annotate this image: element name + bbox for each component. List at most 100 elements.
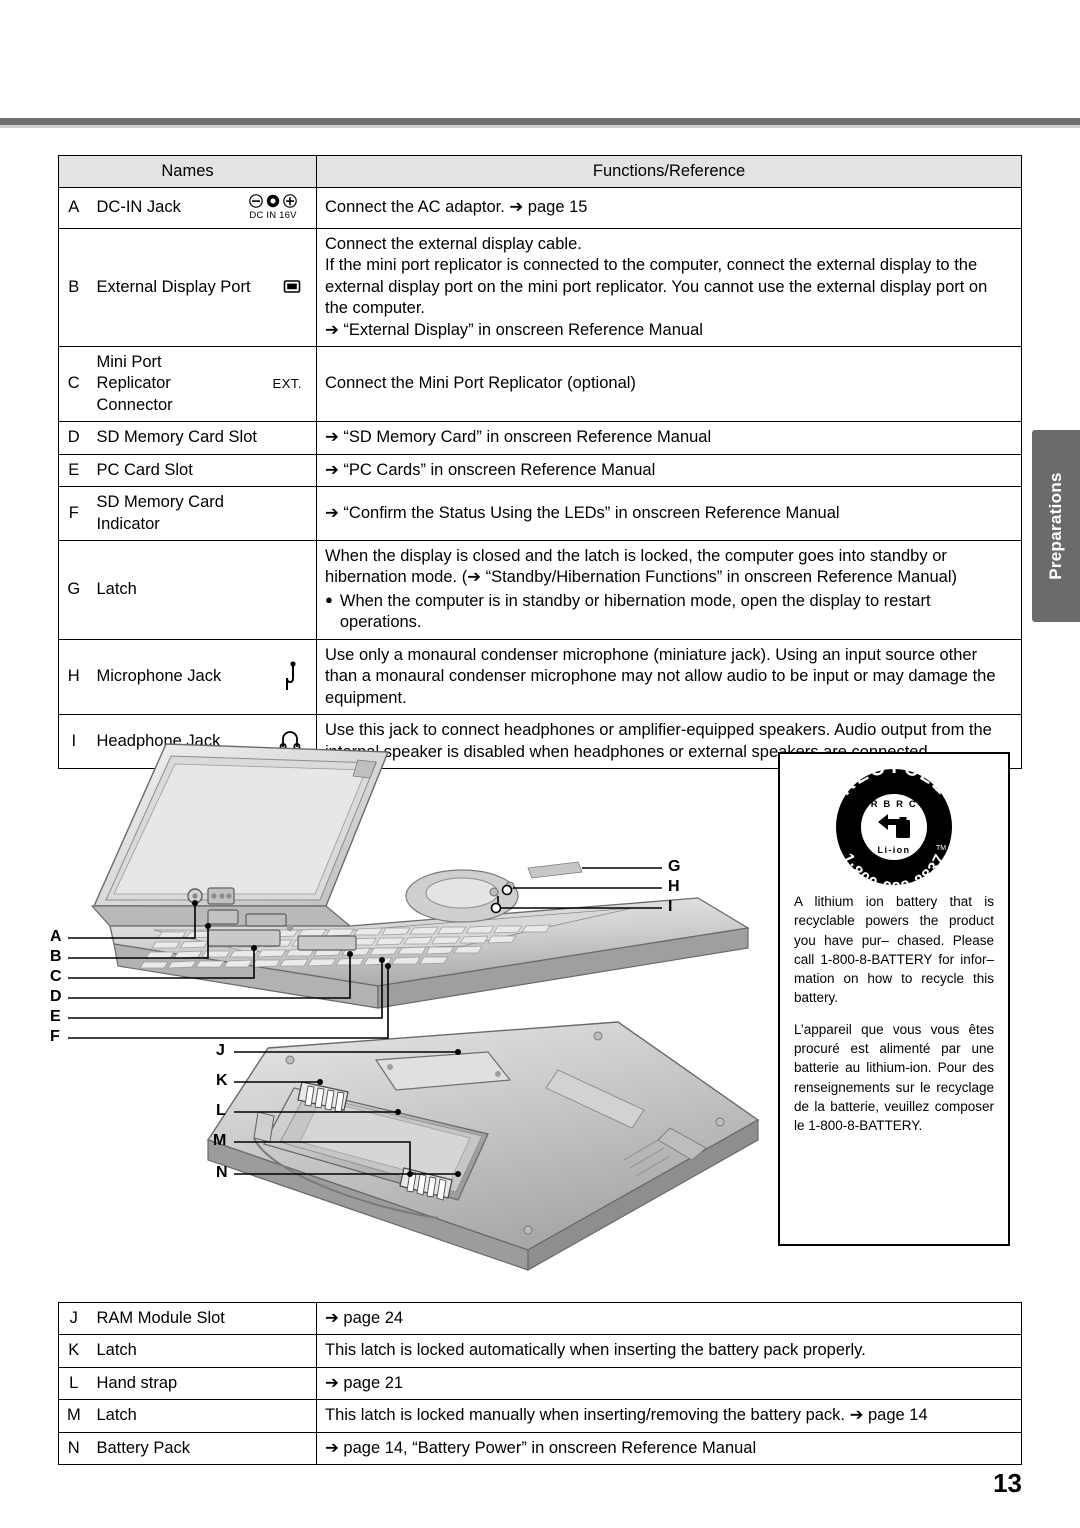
function-bullet: When the computer is in standby or hiber… bbox=[339, 591, 931, 632]
laptop-open-view bbox=[90, 743, 750, 1009]
row-name-label: Mini Port Replicator Connector bbox=[96, 352, 173, 414]
row-function-cell: This latch is locked manually when inser… bbox=[316, 1399, 1022, 1433]
row-name-cell: SD Memory Card Slot bbox=[88, 421, 318, 455]
function-line: When the display is closed and the latch… bbox=[325, 547, 958, 587]
callout-j: J bbox=[216, 1042, 225, 1059]
laptop-bottom-view bbox=[206, 1021, 760, 1272]
row-function-cell: ➔ page 14, “Battery Power” in onscreen R… bbox=[316, 1431, 1022, 1466]
row-function-cell: Use only a monaural condenser microphone… bbox=[316, 638, 1022, 716]
recycle-paragraph-en: A lithium ion battery that is recyclable… bbox=[794, 894, 994, 1006]
row-name-cell: SD Memory Card Indicator bbox=[88, 486, 318, 542]
bullet-icon: ● bbox=[325, 591, 333, 607]
column-header-functions: Functions/Reference bbox=[316, 154, 1022, 189]
names-functions-table: Names Functions/Reference A DC-IN Jack D… bbox=[57, 154, 1022, 769]
battery-recycle-box: RECYCLE 1·800·822·8837 R B R C Li-ion TM… bbox=[778, 752, 1010, 1246]
row-name-cell: RAM Module Slot bbox=[88, 1301, 317, 1336]
row-letter: L bbox=[58, 1366, 89, 1401]
row-name-cell: Mini Port Replicator Connector EXT. bbox=[88, 345, 318, 423]
row-name-label: SD Memory Card Indicator bbox=[96, 493, 224, 533]
table-row: L Hand strap ➔ page 21 bbox=[58, 1366, 1022, 1401]
row-letter: H bbox=[58, 638, 89, 716]
callout-c: C bbox=[50, 968, 62, 985]
table-row: H Microphone Jack Use only a monaural co… bbox=[58, 638, 1022, 716]
row-name-label: External Display Port bbox=[96, 277, 251, 296]
table-row: F SD Memory Card Indicator ➔ “Confirm th… bbox=[58, 486, 1022, 542]
callout-i: I bbox=[668, 898, 673, 915]
external-display-port-icon bbox=[282, 278, 302, 296]
table-header-row: Names Functions/Reference bbox=[57, 154, 1022, 189]
section-tab-preparations: Preparations bbox=[1032, 430, 1080, 622]
recycle-text: A lithium ion battery that is recyclable… bbox=[780, 892, 1008, 1136]
function-line: Connect the external display cable. bbox=[325, 234, 582, 253]
section-tab-label: Preparations bbox=[1046, 472, 1065, 580]
row-function-cell: ➔ “SD Memory Card” in onscreen Reference… bbox=[316, 421, 1022, 455]
row-letter: K bbox=[58, 1334, 89, 1368]
recycle-paragraph-fr: L’appareil que vous vous êtes procuré es… bbox=[794, 1021, 994, 1134]
dc-in-jack-icon: DC IN 16V bbox=[244, 193, 302, 222]
row-name-cell: Latch bbox=[88, 1399, 317, 1433]
bottom-names-functions-table: J RAM Module Slot ➔ page 24 K Latch This… bbox=[58, 1301, 1022, 1466]
table-row: K Latch This latch is locked automatical… bbox=[58, 1334, 1022, 1368]
row-name-cell: External Display Port bbox=[88, 227, 318, 347]
row-letter: F bbox=[58, 486, 89, 542]
table-row: E PC Card Slot ➔ “PC Cards” in onscreen … bbox=[58, 453, 1022, 488]
svg-text:TM: TM bbox=[936, 845, 946, 852]
table-row: D SD Memory Card Slot ➔ “SD Memory Card”… bbox=[58, 421, 1022, 455]
svg-text:Li-ion: Li-ion bbox=[878, 845, 911, 855]
callout-b: B bbox=[50, 948, 62, 965]
row-function-cell: This latch is locked automatically when … bbox=[316, 1334, 1022, 1368]
callout-a: A bbox=[50, 928, 62, 945]
row-function-cell: When the display is closed and the latch… bbox=[316, 540, 1022, 640]
microphone-jack-icon bbox=[280, 660, 302, 694]
header-rule-light bbox=[0, 125, 1080, 128]
row-name-cell: Battery Pack bbox=[88, 1431, 317, 1466]
row-name-cell: Latch bbox=[88, 540, 318, 640]
row-letter: J bbox=[58, 1301, 89, 1336]
page-number: 13 bbox=[993, 1468, 1022, 1498]
manual-page: Preparations Names Functions/Reference A… bbox=[0, 0, 1080, 1528]
callout-f: F bbox=[50, 1028, 60, 1045]
row-letter: N bbox=[58, 1431, 89, 1466]
row-name-cell: Microphone Jack bbox=[88, 638, 318, 716]
row-letter: M bbox=[58, 1399, 89, 1433]
table-row: B External Display Port Connect the exte… bbox=[58, 227, 1022, 347]
table-row: C Mini Port Replicator Connector EXT. Co… bbox=[58, 345, 1022, 423]
row-function-cell: ➔ “Confirm the Status Using the LEDs” in… bbox=[316, 486, 1022, 542]
header-rule bbox=[0, 118, 1080, 125]
callout-m: M bbox=[213, 1132, 227, 1149]
callout-h: H bbox=[668, 878, 680, 895]
row-letter: B bbox=[58, 227, 89, 347]
callout-e: E bbox=[50, 1008, 61, 1025]
row-letter: D bbox=[58, 421, 89, 455]
table-row: G Latch When the display is closed and t… bbox=[58, 540, 1022, 640]
svg-text:R B R C: R B R C bbox=[871, 799, 918, 810]
column-header-names: Names bbox=[57, 154, 318, 189]
row-name-cell: Latch bbox=[88, 1334, 317, 1368]
callout-l: L bbox=[216, 1102, 226, 1119]
illustration-svg bbox=[68, 743, 760, 1272]
table-row: A DC-IN Jack DC IN 16V Connect the AC ad… bbox=[58, 187, 1022, 229]
ext-connector-icon: EXT. bbox=[272, 375, 303, 391]
callout-g: G bbox=[668, 858, 681, 875]
row-letter: G bbox=[58, 540, 89, 640]
row-letter: A bbox=[58, 187, 89, 229]
row-name-cell: Hand strap bbox=[88, 1366, 317, 1401]
row-function-cell: Connect the external display cable. If t… bbox=[316, 227, 1022, 347]
row-letter: E bbox=[58, 453, 89, 488]
row-name-label: Microphone Jack bbox=[96, 667, 222, 686]
row-function-cell: Connect the Mini Port Replicator (option… bbox=[316, 345, 1022, 423]
computer-illustration: A B C D E F G H I J K L M N bbox=[50, 730, 768, 1290]
callout-k: K bbox=[216, 1072, 228, 1089]
rbrc-recycle-logo: RECYCLE 1·800·822·8837 R B R C Li-ion TM bbox=[819, 766, 969, 888]
callout-d: D bbox=[50, 988, 62, 1005]
row-function-cell: ➔ page 24 bbox=[316, 1301, 1022, 1336]
table-row: M Latch This latch is locked manually wh… bbox=[58, 1399, 1022, 1433]
leader-lines-top-right bbox=[497, 867, 662, 909]
callout-n: N bbox=[216, 1164, 228, 1181]
row-function-cell: Connect the AC adaptor. ➔ page 15 bbox=[316, 187, 1022, 229]
table-row: N Battery Pack ➔ page 14, “Battery Power… bbox=[58, 1431, 1022, 1466]
dc-in-caption: DC IN 16V bbox=[249, 210, 297, 222]
row-name-cell: DC-IN Jack DC IN 16V bbox=[88, 187, 318, 229]
row-name-label: DC-IN Jack bbox=[96, 198, 181, 217]
function-line: ➔ “External Display” in onscreen Referen… bbox=[325, 320, 703, 339]
